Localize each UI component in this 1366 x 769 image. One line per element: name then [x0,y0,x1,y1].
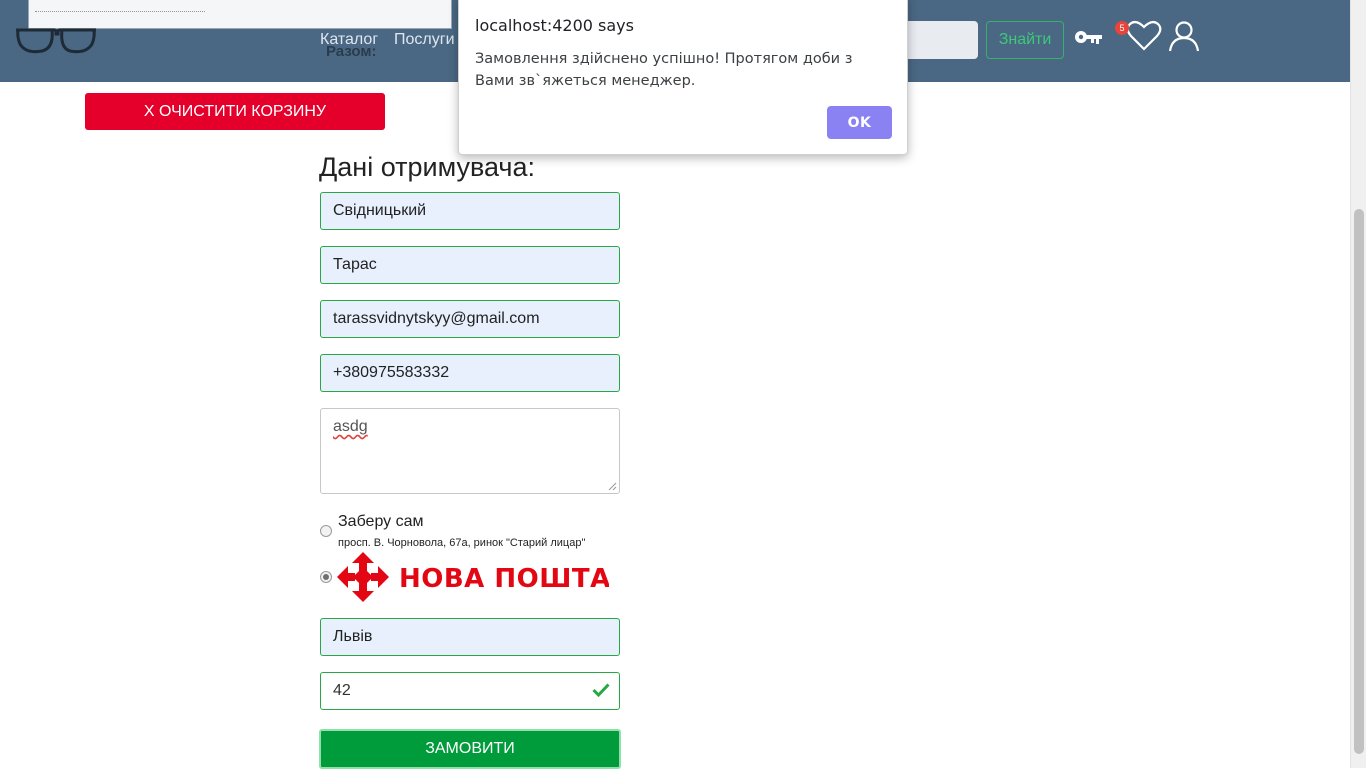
dialog-ok-button[interactable]: OK [827,106,892,139]
heart-icon[interactable] [1126,20,1162,57]
clear-cart-button[interactable]: X ОЧИСТИТИ КОРЗИНУ [85,93,385,130]
first-name-field[interactable]: Тарас [320,246,620,284]
svg-text:НОВА ПОШТА: НОВА ПОШТА [399,564,609,594]
dialog-message: Замовлення здійснено успішно! Протягом д… [475,51,853,89]
pickup-radio[interactable] [320,525,332,537]
search-button[interactable]: Знайти [986,21,1064,59]
wishlist-count-badge: 5 [1115,21,1129,35]
nav-catalog-link[interactable]: Каталог [320,31,378,49]
email-field[interactable]: tarassvidnytskyy@gmail.com [320,300,620,338]
pickup-label: Заберу сам [338,513,424,530]
nova-poshta-logo: НОВА ПОШТА [337,552,610,609]
branch-field[interactable]: 42 [320,672,620,710]
phone-field[interactable]: +380975583332 [320,354,620,392]
last-name-field[interactable]: Свідницький [320,192,620,230]
comment-textarea[interactable]: asdg [320,408,620,494]
recipient-form-title: Дані отримувача: [319,152,536,182]
glasses-logo-icon[interactable] [14,24,98,61]
dialog-title: localhost:4200 says [475,16,634,35]
city-field[interactable]: Львів [320,618,620,656]
submit-order-button[interactable]: ЗАМОВИТИ [319,729,621,769]
key-icon[interactable] [1074,28,1104,51]
nova-poshta-radio[interactable] [320,571,332,583]
user-icon[interactable] [1168,20,1200,57]
page-scrollbar[interactable] [1350,0,1366,768]
scrollbar-thumb[interactable] [1354,209,1364,754]
nav-services-link[interactable]: Послуги [394,31,455,49]
alert-dialog: localhost:4200 says Замовлення здійснено… [458,0,908,155]
comment-text: asdg [333,418,368,435]
valid-check-icon [592,683,610,702]
pickup-address: просп. В. Чорновола, 67а, ринок "Старий … [338,537,586,549]
resize-grip-icon[interactable] [608,482,617,491]
